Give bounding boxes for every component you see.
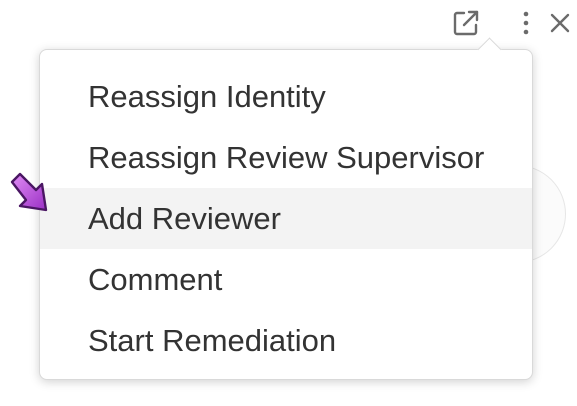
menu-item-label: Reassign Review Supervisor <box>88 139 485 175</box>
screen: Reassign Identity Reassign Review Superv… <box>0 0 577 406</box>
menu-item-label: Start Remediation <box>88 322 337 358</box>
menu-item-label: Reassign Identity <box>88 78 326 114</box>
header-actions <box>407 0 577 44</box>
menu-item-label: Comment <box>88 261 223 297</box>
menu-item-reassign-review-supervisor[interactable]: Reassign Review Supervisor <box>40 127 532 188</box>
close-button[interactable] <box>543 6 577 40</box>
menu-item-label: Add Reviewer <box>88 200 281 236</box>
options-dropdown-menu: Reassign Identity Reassign Review Superv… <box>39 37 533 380</box>
menu-item-add-reviewer[interactable]: Add Reviewer <box>40 188 532 249</box>
external-link-icon <box>453 10 479 36</box>
close-icon <box>550 13 570 33</box>
open-external-button[interactable] <box>449 6 483 40</box>
menu-item-reassign-identity[interactable]: Reassign Identity <box>40 66 532 127</box>
more-options-button[interactable] <box>509 6 543 40</box>
more-vertical-icon <box>523 11 529 35</box>
menu-item-comment[interactable]: Comment <box>40 249 532 310</box>
pointer-arrow-icon <box>10 172 48 212</box>
menu-item-start-remediation[interactable]: Start Remediation <box>40 310 532 371</box>
